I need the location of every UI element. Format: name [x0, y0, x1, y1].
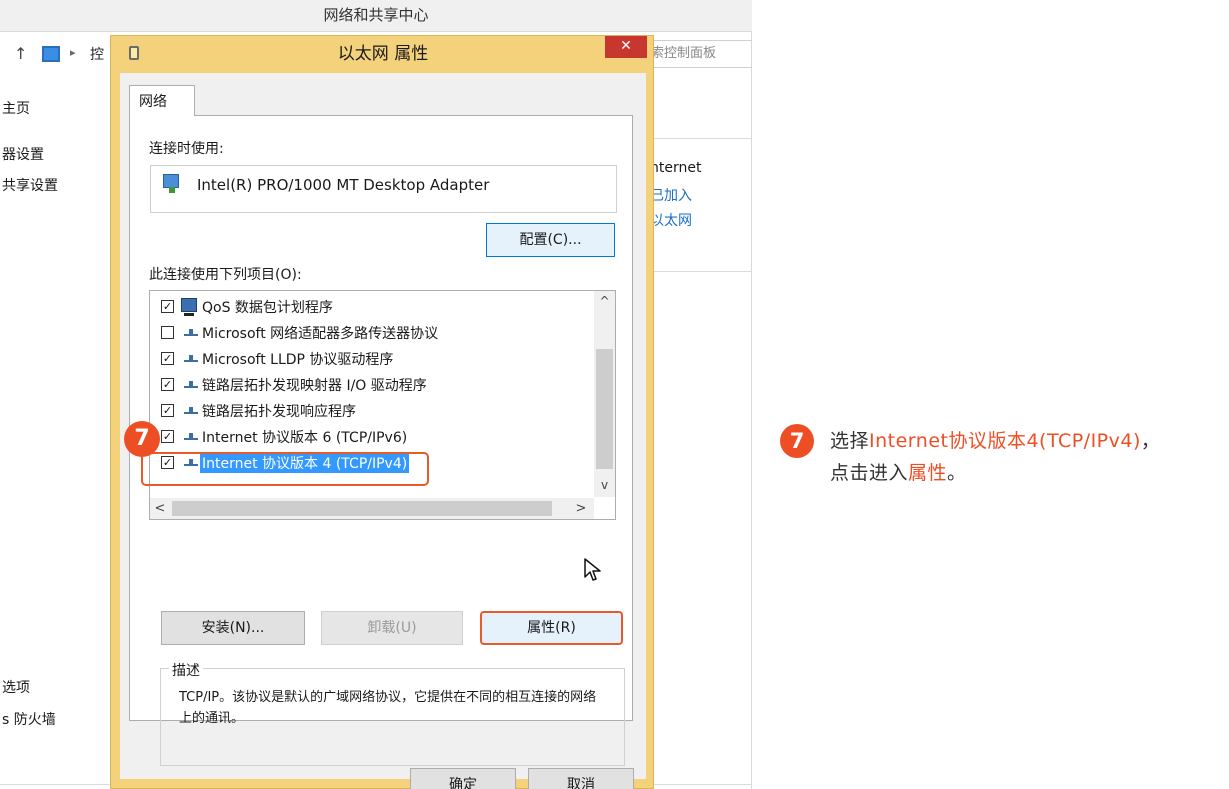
protocol-icon	[184, 405, 198, 415]
list-item-label: Microsoft 网络适配器多路传送器协议	[202, 326, 439, 342]
scrollbar-thumb[interactable]	[596, 349, 613, 469]
scroll-down-icon[interactable]: v	[594, 475, 615, 495]
description-group: 描述 TCP/IP。该协议是默认的广域网络协议，它提供在不同的相互连接的网络上的…	[160, 660, 625, 766]
cancel-button[interactable]: 取消	[528, 768, 634, 789]
checkbox[interactable]: ✓	[161, 404, 174, 417]
instruction-highlight: Internet协议版本4(TCP/IPv4)	[869, 430, 1141, 452]
search-input[interactable]: 索控制面板	[644, 40, 752, 68]
description-text: TCP/IP。该协议是默认的广域网络协议，它提供在不同的相互连接的网络上的通讯。	[179, 690, 597, 726]
instruction-text: 。	[947, 462, 967, 484]
items-label: 此连接使用下列项目(O):	[149, 267, 302, 283]
access-type-text: nternet	[650, 160, 702, 176]
scroll-left-icon[interactable]: <	[150, 498, 170, 519]
sidebar-link-adapter-settings[interactable]: 器设置	[2, 144, 44, 164]
network-adapter-icon	[163, 174, 179, 193]
step-badge: 7	[124, 421, 160, 457]
instruction-text: 点击进入	[830, 462, 909, 484]
connection-icon	[129, 46, 139, 60]
protocol-icon	[184, 327, 198, 337]
list-item[interactable]: ✓ QoS 数据包计划程序	[150, 295, 590, 321]
vertical-scrollbar[interactable]: ^ v	[594, 291, 615, 497]
divider	[654, 138, 752, 139]
configure-button[interactable]: 配置(C)...	[486, 223, 615, 257]
instruction-highlight: 属性	[908, 462, 948, 484]
connect-using-label: 连接时使用:	[149, 141, 224, 157]
sidebar-link-home[interactable]: 主页	[2, 98, 30, 118]
list-item[interactable]: ✓ 链路层拓扑发现响应程序	[150, 399, 590, 425]
scroll-up-icon[interactable]: ^	[594, 291, 615, 311]
properties-button[interactable]: 属性(R)	[480, 611, 623, 645]
adapter-box: Intel(R) PRO/1000 MT Desktop Adapter	[150, 165, 617, 213]
checkbox[interactable]: ✓	[161, 352, 174, 365]
scrollbar-thumb[interactable]	[172, 501, 552, 516]
instruction-text: ，	[1140, 430, 1161, 452]
list-item[interactable]: ✓ 链路层拓扑发现映射器 I/O 驱动程序	[150, 373, 590, 399]
checkbox[interactable]: ✓	[161, 430, 174, 443]
list-item-label: Internet 协议版本 6 (TCP/IPv6)	[202, 430, 408, 446]
list-item[interactable]: Microsoft 网络适配器多路传送器协议	[150, 321, 590, 347]
homegroup-link[interactable]: 已加入	[650, 185, 692, 205]
ethernet-properties-dialog: 以太网 属性 ✕ 网络 连接时使用: Intel(R) PRO/1000 MT …	[110, 35, 654, 789]
dialog-body: 网络 连接时使用: Intel(R) PRO/1000 MT Desktop A…	[120, 73, 646, 789]
qos-scheduler-icon	[181, 298, 197, 316]
up-arrow-icon[interactable]: ↑	[14, 44, 27, 63]
list-item-label: Microsoft LLDP 协议驱动程序	[202, 352, 394, 368]
ipv4-highlight-box	[141, 452, 429, 486]
protocol-icon	[184, 379, 198, 389]
list-item-label: 链路层拓扑发现映射器 I/O 驱动程序	[202, 378, 427, 394]
breadcrumb-control-panel[interactable]: 控	[90, 44, 104, 64]
mouse-cursor-icon	[584, 558, 601, 581]
instruction-line-1: 选择Internet协议版本4(TCP/IPv4)，	[830, 426, 1160, 453]
list-item-label: QoS 数据包计划程序	[202, 300, 333, 316]
window-title: 网络和共享中心	[0, 0, 752, 32]
sidebar-link-sharing-settings[interactable]: 共享设置	[2, 175, 58, 195]
protocol-icon	[184, 353, 198, 363]
checkbox[interactable]: ✓	[161, 378, 174, 391]
list-item[interactable]: ✓ Internet 协议版本 6 (TCP/IPv6)	[150, 425, 590, 451]
tab-network[interactable]: 网络	[129, 85, 195, 116]
ethernet-link[interactable]: 以太网	[650, 210, 692, 230]
step-badge: 7	[780, 424, 814, 458]
divider	[654, 271, 752, 272]
install-button[interactable]: 安装(N)...	[161, 611, 305, 645]
adapter-name: Intel(R) PRO/1000 MT Desktop Adapter	[197, 176, 490, 194]
tab-panel: 连接时使用: Intel(R) PRO/1000 MT Desktop Adap…	[129, 115, 633, 766]
instruction-line-2: 点击进入属性。	[830, 458, 967, 485]
sidebar-link-firewall[interactable]: s 防火墙	[2, 709, 56, 729]
horizontal-scrollbar[interactable]: < >	[150, 498, 594, 519]
close-button[interactable]: ✕	[605, 36, 647, 58]
breadcrumb-separator-icon[interactable]: ▸	[70, 46, 76, 59]
network-icon	[42, 46, 60, 62]
list-item-label: 链路层拓扑发现响应程序	[202, 404, 356, 420]
dialog-title: 以太网 属性	[337, 44, 429, 64]
uninstall-button[interactable]: 卸载(U)	[321, 611, 463, 645]
checkbox[interactable]	[161, 326, 174, 339]
description-legend: 描述	[169, 660, 203, 680]
instruction-text: 选择	[830, 430, 870, 452]
scroll-right-icon[interactable]: >	[570, 498, 592, 519]
ok-button[interactable]: 确定	[410, 768, 516, 789]
list-item[interactable]: ✓ Microsoft LLDP 协议驱动程序	[150, 347, 590, 373]
protocol-icon	[184, 431, 198, 441]
sidebar-link-options[interactable]: 选项	[2, 677, 30, 697]
checkbox[interactable]: ✓	[161, 300, 174, 313]
